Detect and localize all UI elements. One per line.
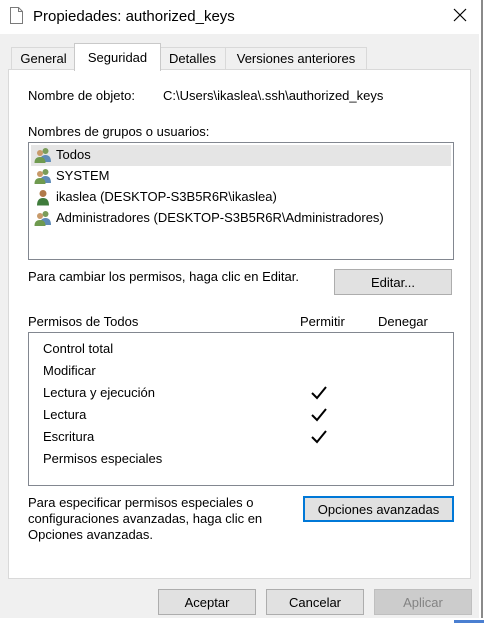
allow-column-header: Permitir	[300, 314, 345, 329]
permission-name: Modificar	[43, 363, 96, 378]
permission-row: Lectura y ejecución	[43, 382, 463, 404]
advanced-options-button[interactable]: Opciones avanzadas	[303, 496, 454, 522]
group-icon	[34, 147, 52, 164]
title-bar[interactable]: Propiedades: authorized_keys	[0, 0, 479, 34]
close-icon	[453, 8, 467, 25]
permission-name: Escritura	[43, 429, 95, 444]
user-list-item[interactable]: ikaslea (DESKTOP-S3B5R6R\ikaslea)	[31, 187, 451, 208]
tab-general[interactable]: General	[11, 47, 76, 70]
allow-checkmark-icon	[310, 407, 328, 423]
permission-name: Permisos especiales	[43, 451, 163, 466]
edit-hint: Para cambiar los permisos, haga clic en …	[28, 269, 299, 284]
users-listbox[interactable]: Todos SYSTEM ikaslea (DESKTOP-S3B5R6R\ik…	[28, 142, 454, 260]
advanced-hint-line-2: configuraciones avanzadas, haga clic en	[28, 511, 263, 526]
permissions-label: Permisos de Todos	[28, 314, 139, 329]
permission-row: Permisos especiales	[43, 448, 463, 470]
properties-dialog: Propiedades: authorized_keys General Seg…	[0, 0, 479, 626]
tab-seguridad[interactable]: Seguridad	[74, 43, 161, 71]
allow-checkmark-icon	[310, 385, 328, 401]
permission-name: Lectura	[43, 407, 87, 422]
window-title: Propiedades: authorized_keys	[33, 8, 235, 25]
user-name: ikaslea (DESKTOP-S3B5R6R\ikaslea)	[56, 189, 277, 204]
tab-detalles[interactable]: Detalles	[159, 47, 226, 70]
user-list-item[interactable]: Administradores (DESKTOP-S3B5R6R\Adminis…	[31, 208, 451, 229]
window-edge	[479, 0, 484, 626]
allow-checkmark-icon	[310, 429, 328, 445]
user-name: Administradores (DESKTOP-S3B5R6R\Adminis…	[56, 210, 384, 225]
groups-label: Nombres de grupos o usuarios:	[28, 124, 210, 139]
object-name-value: C:\Users\ikaslea\.ssh\authorized_keys	[163, 88, 384, 103]
permission-name: Lectura y ejecución	[43, 385, 156, 400]
user-list-item[interactable]: SYSTEM	[31, 166, 451, 187]
security-tab-panel: Nombre de objeto: C:\Users\ikaslea\.ssh\…	[8, 69, 471, 579]
tab-versiones-anteriores[interactable]: Versiones anteriores	[225, 47, 367, 70]
user-icon	[34, 189, 52, 206]
permission-row: Modificar	[43, 360, 463, 382]
deny-column-header: Denegar	[378, 314, 428, 329]
cancel-button[interactable]: Cancelar	[266, 589, 364, 615]
permission-name: Control total	[43, 341, 114, 356]
edit-button[interactable]: Editar...	[334, 269, 452, 295]
close-button[interactable]	[443, 0, 477, 32]
group-icon	[34, 210, 52, 227]
permissions-list[interactable]: Control total Modificar Lectura y ejecuc…	[28, 332, 454, 486]
permission-row: Control total	[43, 338, 463, 360]
background-strip	[0, 618, 484, 626]
user-list-item[interactable]: Todos	[31, 145, 451, 166]
apply-button[interactable]: Aplicar	[374, 589, 472, 615]
user-name: SYSTEM	[56, 168, 110, 183]
user-name: Todos	[56, 147, 91, 162]
permission-row: Escritura	[43, 426, 463, 448]
object-name-label: Nombre de objeto:	[28, 88, 135, 103]
permission-row: Lectura	[43, 404, 463, 426]
advanced-hint-line-1: Para especificar permisos especiales o	[28, 495, 254, 510]
document-icon	[10, 7, 23, 24]
accept-button[interactable]: Aceptar	[158, 589, 256, 615]
group-icon	[34, 168, 52, 185]
advanced-hint-line-3: Opciones avanzadas.	[28, 527, 154, 542]
